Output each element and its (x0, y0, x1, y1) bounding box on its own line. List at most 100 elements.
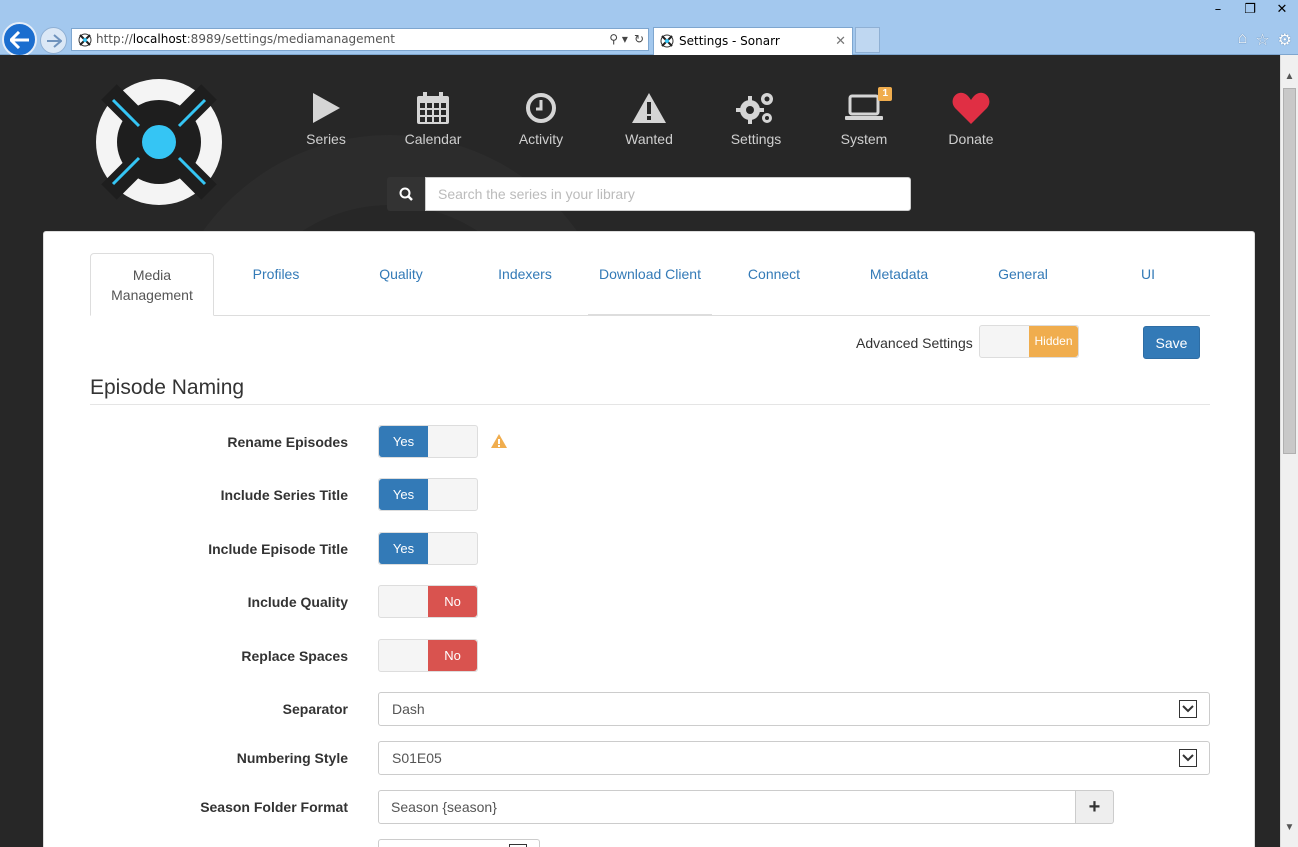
replace-spaces-state: No (428, 640, 477, 671)
section-title: Episode Naming (90, 376, 1210, 405)
new-tab-button[interactable] (855, 27, 880, 53)
window-controls: – ❐ ✕ (1202, 0, 1298, 20)
search-dropdown-icon[interactable]: ⚲ ▾ (609, 29, 628, 50)
replace-spaces-row: Replace Spaces No (90, 639, 1210, 673)
url-path: :8989/settings/mediamanagement (186, 32, 395, 46)
rename-episodes-toggle[interactable]: Yes (378, 425, 478, 458)
tab-close-icon[interactable]: ✕ (835, 28, 846, 55)
tab-metadata[interactable]: Metadata (837, 253, 961, 316)
refresh-icon[interactable]: ↻ (634, 29, 644, 50)
search-button[interactable] (387, 177, 425, 211)
include-quality-label: Include Quality (247, 594, 348, 610)
nav-series-label: Series (306, 131, 346, 147)
system-badge: 1 (878, 87, 892, 101)
nav-donate-label: Donate (948, 131, 994, 147)
laptop-icon (845, 94, 883, 120)
nav-calendar[interactable]: Calendar (388, 88, 478, 147)
advanced-settings-label: Advanced Settings (856, 335, 973, 351)
replace-spaces-label: Replace Spaces (241, 648, 348, 664)
nav-settings[interactable]: Settings (711, 88, 801, 147)
tab-indexers[interactable]: Indexers (463, 253, 587, 316)
nav-calendar-label: Calendar (404, 131, 462, 147)
settings-panel: Media Management Profiles Quality Indexe… (43, 231, 1255, 847)
numbering-style-value: S01E05 (392, 750, 442, 766)
save-button[interactable]: Save (1143, 326, 1200, 359)
include-episode-title-row: Include Episode Title Yes (90, 532, 1210, 566)
warning-icon (491, 434, 507, 448)
search-input[interactable] (425, 177, 911, 211)
minimize-icon[interactable]: – (1202, 0, 1234, 20)
separator-label: Separator (282, 701, 348, 717)
scroll-up-icon[interactable]: ▲ (1281, 68, 1298, 86)
browser-tab[interactable]: Settings - Sonarr ✕ (653, 27, 853, 55)
favorites-star-icon[interactable]: ☆ (1255, 30, 1269, 50)
include-episode-title-toggle[interactable]: Yes (378, 532, 478, 565)
tab-connect[interactable]: Connect (712, 253, 836, 316)
browser-toolbar: ⌂ ☆ ⚙ (1238, 30, 1292, 50)
sonarr-logo[interactable] (95, 78, 223, 206)
rename-episodes-label: Rename Episodes (227, 434, 348, 450)
season-folder-format-label: Season Folder Format (200, 799, 348, 815)
nav-system-label: System (840, 131, 888, 147)
gears-icon (736, 93, 773, 124)
arrow-right-icon (46, 33, 62, 48)
nav-donate[interactable]: Donate (926, 88, 1016, 147)
tab-title: Settings - Sonarr (679, 34, 780, 48)
advanced-settings-state: Hidden (1029, 326, 1078, 357)
add-token-button[interactable]: + (1076, 790, 1114, 824)
replace-spaces-toggle[interactable]: No (378, 639, 478, 672)
season-folder-format-row: Season Folder Format Season {season} + (90, 790, 1210, 824)
warning-triangle-icon (632, 93, 666, 123)
sonarr-favicon-icon (78, 33, 92, 47)
season-folder-format-input[interactable]: Season {season} (378, 790, 1076, 824)
tab-profiles[interactable]: Profiles (214, 253, 338, 316)
include-series-title-state: Yes (379, 479, 428, 510)
nav-activity[interactable]: Activity (496, 88, 586, 147)
partial-select[interactable] (378, 839, 540, 847)
restore-icon[interactable]: ❐ (1234, 0, 1266, 20)
nav-wanted[interactable]: Wanted (604, 88, 694, 147)
tab-quality[interactable]: Quality (339, 253, 463, 316)
nav-activity-label: Activity (518, 131, 564, 147)
play-icon (313, 93, 340, 123)
close-window-icon[interactable]: ✕ (1266, 0, 1298, 20)
tab-favicon-icon (660, 34, 674, 48)
scroll-down-icon[interactable]: ▼ (1281, 819, 1298, 837)
include-episode-title-state: Yes (379, 533, 428, 564)
include-episode-title-label: Include Episode Title (208, 541, 348, 557)
tab-ui[interactable]: UI (1086, 253, 1210, 316)
browser-chrome: – ❐ ✕ http://localhost:8989/settings/med… (0, 0, 1298, 57)
heart-icon (952, 92, 990, 124)
include-series-title-toggle[interactable]: Yes (378, 478, 478, 511)
back-button[interactable] (2, 22, 37, 57)
clock-icon (526, 93, 556, 123)
address-tools: ⚲ ▾ ↻ (609, 29, 644, 50)
chevron-down-icon[interactable] (1179, 700, 1197, 718)
rename-episodes-row: Rename Episodes Yes (90, 425, 1210, 459)
numbering-style-row: Numbering Style S01E05 (90, 741, 1210, 775)
search-icon (399, 187, 413, 201)
chevron-down-icon[interactable] (1179, 749, 1197, 767)
address-bar[interactable]: http://localhost:8989/settings/mediamana… (71, 28, 649, 51)
tab-media-management[interactable]: Media Management (90, 253, 214, 316)
nav-series[interactable]: Series (281, 88, 371, 147)
home-icon[interactable]: ⌂ (1238, 30, 1248, 50)
include-quality-state: No (428, 586, 477, 617)
nav-wanted-label: Wanted (625, 131, 673, 147)
tab-general[interactable]: General (961, 253, 1085, 316)
page-scrollbar[interactable]: ▲ ▼ (1280, 55, 1298, 847)
include-quality-toggle[interactable]: No (378, 585, 478, 618)
arrow-left-icon (9, 30, 29, 49)
nav-settings-label: Settings (730, 131, 782, 147)
numbering-style-select[interactable]: S01E05 (378, 741, 1210, 775)
scroll-thumb[interactable] (1283, 88, 1296, 454)
tools-gear-icon[interactable]: ⚙ (1278, 30, 1292, 50)
tab-download-client[interactable]: Download Client (588, 253, 712, 315)
separator-row: Separator Dash (90, 692, 1210, 726)
forward-button[interactable] (40, 27, 67, 54)
separator-value: Dash (392, 701, 425, 717)
separator-select[interactable]: Dash (378, 692, 1210, 726)
include-series-title-row: Include Series Title Yes (90, 478, 1210, 512)
advanced-settings-toggle[interactable]: Hidden (979, 325, 1079, 358)
nav-system[interactable]: 1 System (819, 87, 909, 147)
